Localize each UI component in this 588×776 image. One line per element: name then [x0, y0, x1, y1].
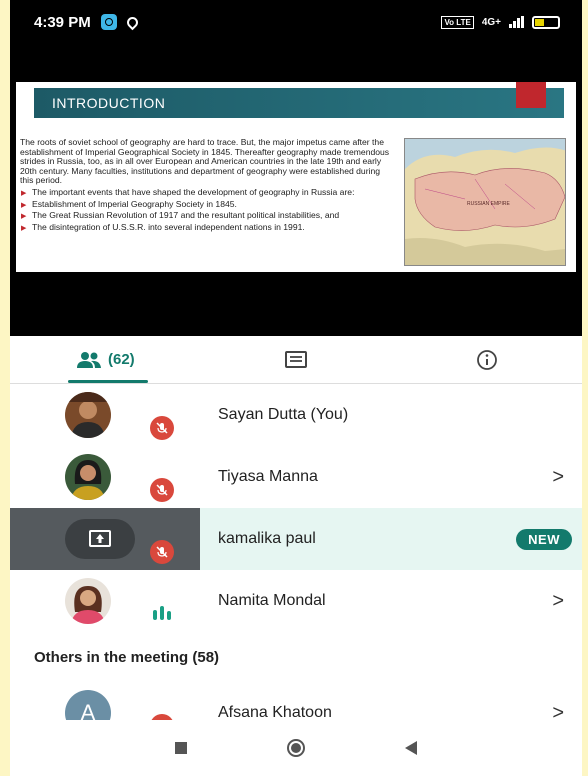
participant-row[interactable]: Tiyasa Manna >: [10, 446, 582, 508]
participant-row[interactable]: kamalika paul NEW: [10, 508, 582, 570]
slide-paragraph: The roots of soviet school of geography …: [20, 137, 390, 186]
back-button[interactable]: [405, 741, 417, 755]
others-heading: Others in the meeting (58): [10, 632, 582, 682]
battery-icon: [532, 15, 560, 29]
home-button[interactable]: [287, 739, 305, 757]
meeting-tabs: (62): [10, 336, 582, 384]
volte-icon: Vo LTE: [441, 15, 474, 29]
recents-button[interactable]: [175, 742, 187, 754]
chat-icon: [285, 350, 307, 368]
map-label: RUSSIAN EMPIRE: [467, 201, 510, 207]
participant-name: Tiyasa Manna: [218, 468, 318, 485]
info-icon: [476, 349, 497, 370]
chevron-right-icon[interactable]: >: [552, 466, 564, 489]
status-right: Vo LTE 4G+: [441, 15, 560, 29]
avatar: [65, 454, 111, 500]
slide-bullets: The important events that have shaped th…: [20, 187, 392, 233]
audio-level-icon: [153, 606, 171, 620]
participant-row[interactable]: Namita Mondal >: [10, 570, 582, 632]
presentation-slide[interactable]: INTRODUCTION The roots of soviet school …: [16, 82, 576, 272]
phone-screen: 4:39 PM Vo LTE 4G+ INTRODUCTION The root…: [10, 0, 582, 776]
participants-list: Sayan Dutta (You) Tiyasa Manna > kamalik…: [10, 384, 582, 744]
status-time: 4:39 PM: [34, 13, 91, 31]
slide-body: The roots of soviet school of geography …: [20, 137, 392, 234]
slide-accent: [516, 82, 546, 108]
mic-muted-icon: [150, 540, 174, 564]
avatar: [65, 392, 111, 438]
signal-icon: [509, 16, 524, 28]
participant-name: Sayan Dutta (You): [218, 406, 349, 423]
tab-chat[interactable]: [201, 336, 392, 383]
tab-info[interactable]: [391, 336, 582, 383]
mic-muted-icon: [150, 478, 174, 502]
participant-name: Namita Mondal: [218, 592, 326, 609]
system-nav-bar: [10, 720, 582, 776]
people-count: (62): [107, 351, 135, 368]
app-notification-icon: [100, 14, 117, 30]
tab-people[interactable]: (62): [10, 336, 201, 383]
slide-bullet: The disintegration of U.S.S.R. into seve…: [20, 222, 392, 233]
screen-share-icon: [65, 519, 135, 559]
slide-bullet: The Great Russian Revolution of 1917 and…: [20, 211, 392, 222]
avatar: [65, 578, 111, 624]
slide-banner: INTRODUCTION: [34, 88, 564, 118]
network-type: 4G+: [481, 16, 501, 28]
status-bar: 4:39 PM Vo LTE 4G+: [10, 0, 582, 44]
participant-name: kamalika paul: [218, 530, 316, 547]
slide-bullet: The important events that have shaped th…: [20, 187, 392, 198]
slide-title: INTRODUCTION: [52, 95, 166, 111]
participant-row[interactable]: Sayan Dutta (You): [10, 384, 582, 446]
people-icon: [76, 351, 101, 368]
new-badge: NEW: [516, 528, 572, 550]
slide-bullet: Establishment of Imperial Geography Soci…: [20, 199, 392, 210]
russia-map-image: RUSSIAN EMPIRE: [404, 138, 566, 266]
mic-muted-icon: [150, 416, 174, 440]
location-icon: [124, 14, 140, 30]
chevron-right-icon[interactable]: >: [552, 590, 564, 613]
